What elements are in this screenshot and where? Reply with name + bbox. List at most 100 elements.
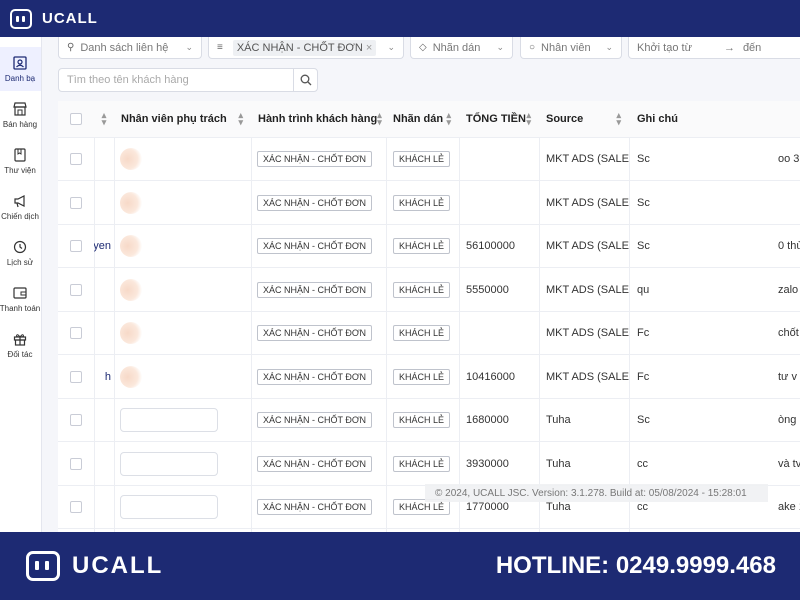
- select-all-checkbox[interactable]: [70, 113, 82, 125]
- column-header-staff[interactable]: Nhân viên phụ trách ▴ ▾: [114, 101, 251, 137]
- row-checkbox[interactable]: [70, 458, 82, 470]
- sort-icon[interactable]: ▴ ▾: [102, 111, 107, 127]
- row-checkbox[interactable]: [70, 197, 82, 209]
- customer-name-fragment: [94, 138, 114, 180]
- row-checkbox[interactable]: [70, 501, 82, 513]
- table-row[interactable]: XÁC NHẬN - CHỐT ĐƠN KHÁCH LẺ 1680000 Tuha Sc…: [58, 399, 800, 442]
- source-cell: MKT ADS (SALE): [546, 197, 629, 209]
- contact-list-filter[interactable]: ⚲ Danh sách liên hệ ⌄: [58, 37, 202, 59]
- journey-filter[interactable]: ≡ XÁC NHẬN - CHỐT ĐƠN × ⌄: [208, 37, 404, 59]
- journey-tag: XÁC NHẬN - CHỐT ĐƠN: [257, 369, 373, 385]
- staff-avatar: [120, 279, 142, 301]
- staff-cell[interactable]: [114, 312, 251, 354]
- column-header-source[interactable]: Source ▴ ▾: [539, 101, 629, 137]
- total-cell: 3930000: [466, 458, 509, 470]
- journey-tag: XÁC NHẬN - CHỐT ĐƠN: [257, 282, 373, 298]
- customer-name-fragment: [94, 443, 114, 485]
- sidebar-item-sales[interactable]: Bán hàng: [0, 93, 41, 137]
- staff-cell[interactable]: [114, 356, 251, 398]
- total-cell: 1680000: [466, 414, 509, 426]
- table-row[interactable]: h XÁC NHẬN - CHỐT ĐƠN KHÁCH LẺ 10416000 MKT …: [58, 356, 800, 399]
- staff-select[interactable]: [120, 408, 218, 432]
- staff-cell[interactable]: [114, 269, 251, 311]
- note-cell: cc: [637, 458, 648, 470]
- staff-avatar: [120, 148, 142, 170]
- sort-icon: ▴ ▾: [526, 110, 531, 127]
- note-fragment: zalo t: [778, 284, 800, 296]
- label-tag: KHÁCH LẺ: [393, 151, 451, 167]
- arrow-right-icon: →: [723, 41, 735, 54]
- column-header-journey[interactable]: Hành trình khách hàng ▴ ▾: [251, 101, 386, 137]
- source-cell: MKT ADS (SALE): [546, 371, 629, 383]
- source-cell: MKT ADS (SALE): [546, 284, 629, 296]
- table-row[interactable]: XÁC NHẬN - CHỐT ĐƠN KHÁCH LẺ 3930000 Tuha cc…: [58, 443, 800, 486]
- sidebar-item-library[interactable]: Thư viện: [0, 139, 41, 183]
- row-checkbox[interactable]: [70, 414, 82, 426]
- note-fragment: chốt: [778, 327, 799, 339]
- journey-tag: XÁC NHẬN - CHỐT ĐƠN: [257, 151, 373, 167]
- row-checkbox[interactable]: [70, 284, 82, 296]
- source-cell: MKT ADS (SALE): [546, 240, 629, 252]
- staff-cell[interactable]: [114, 138, 251, 180]
- note-fragment: tư v: [778, 371, 797, 383]
- column-header-label[interactable]: Nhãn dán ▴ ▾: [386, 101, 459, 137]
- staff-select[interactable]: [120, 495, 218, 519]
- table-row[interactable]: XÁC NHẬN - CHỐT ĐƠN KHÁCH LẺ MKT ADS (SALE…: [58, 312, 800, 355]
- staff-filter[interactable]: ○ Nhân viên ⌄: [520, 37, 622, 59]
- label-tag: KHÁCH LẺ: [393, 238, 451, 254]
- filter-bar: ⚲ Danh sách liên hệ ⌄ ≡ XÁC NHẬN - CHỐT …: [42, 37, 800, 65]
- journey-tag: XÁC NHẬN - CHỐT ĐƠN: [257, 499, 373, 515]
- history-icon: [12, 239, 28, 255]
- search-input[interactable]: [59, 69, 293, 91]
- journey-chip[interactable]: XÁC NHẬN - CHỐT ĐƠN ×: [232, 39, 377, 56]
- table-row[interactable]: yen XÁC NHẬN - CHỐT ĐƠN KHÁCH LẺ 56100000 MK…: [58, 225, 800, 268]
- megaphone-icon: [12, 193, 28, 209]
- total-cell: 5550000: [466, 284, 509, 296]
- label-tag: KHÁCH LẺ: [393, 456, 451, 472]
- row-checkbox[interactable]: [70, 327, 82, 339]
- tag-icon: ◇: [419, 42, 427, 53]
- sidebar-item-partner[interactable]: Đối tác: [0, 323, 41, 367]
- column-header-note[interactable]: Ghi chú: [629, 101, 800, 137]
- row-checkbox[interactable]: [70, 153, 82, 165]
- customer-name-fragment: [94, 399, 114, 441]
- total-cell: [459, 138, 539, 180]
- sidebar-item-history[interactable]: Lịch sử: [0, 231, 41, 275]
- source-cell: Tuha: [546, 414, 571, 426]
- wallet-icon: [12, 285, 28, 301]
- sidebar-item-payment[interactable]: Thanh toán: [0, 277, 41, 321]
- note-cell: Fc: [637, 327, 650, 339]
- search-button[interactable]: [293, 69, 317, 91]
- chevron-down-icon: ⌄: [387, 42, 395, 52]
- date-to-input[interactable]: đến: [743, 42, 761, 54]
- staff-cell[interactable]: [114, 443, 251, 485]
- table-row[interactable]: XÁC NHẬN - CHỐT ĐƠN KHÁCH LẺ MKT ADS (SALE…: [58, 138, 800, 181]
- column-header-total[interactable]: TỔNG TIỀN ▴ ▾: [459, 101, 539, 137]
- label-filter[interactable]: ◇ Nhãn dán ⌄: [410, 37, 513, 59]
- customer-name-fragment: [94, 486, 114, 528]
- staff-cell[interactable]: [114, 182, 251, 224]
- note-fragment: [770, 182, 800, 224]
- staff-cell[interactable]: [114, 399, 251, 441]
- total-cell: 56100000: [466, 240, 515, 252]
- row-checkbox[interactable]: [70, 240, 82, 252]
- chevron-down-icon: ⌄: [185, 42, 193, 52]
- table-row[interactable]: XÁC NHẬN - CHỐT ĐƠN KHÁCH LẺ MKT ADS (SALE…: [58, 182, 800, 225]
- date-from-input[interactable]: Khởi tạo từ: [637, 42, 692, 54]
- journey-tag: XÁC NHẬN - CHỐT ĐƠN: [257, 325, 373, 341]
- row-checkbox[interactable]: [70, 371, 82, 383]
- total-cell: [459, 312, 539, 354]
- sidebar-item-contacts[interactable]: Danh bạ: [0, 47, 41, 91]
- close-icon[interactable]: ×: [366, 42, 372, 54]
- staff-cell[interactable]: [114, 486, 251, 528]
- staff-select[interactable]: [120, 452, 218, 476]
- table-row[interactable]: XÁC NHẬN - CHỐT ĐƠN KHÁCH LẺ 5550000 MKT AD…: [58, 269, 800, 312]
- date-range-filter[interactable]: Khởi tạo từ → đến: [628, 37, 800, 59]
- contacts-icon: [12, 55, 28, 71]
- ucall-logo-icon: [26, 551, 60, 581]
- user-icon: ○: [529, 42, 536, 53]
- staff-cell[interactable]: [114, 225, 251, 267]
- sidebar-item-campaign[interactable]: Chiến dịch: [0, 185, 41, 229]
- note-cell: Sc: [637, 153, 650, 165]
- app-brand: UCALL: [42, 10, 98, 27]
